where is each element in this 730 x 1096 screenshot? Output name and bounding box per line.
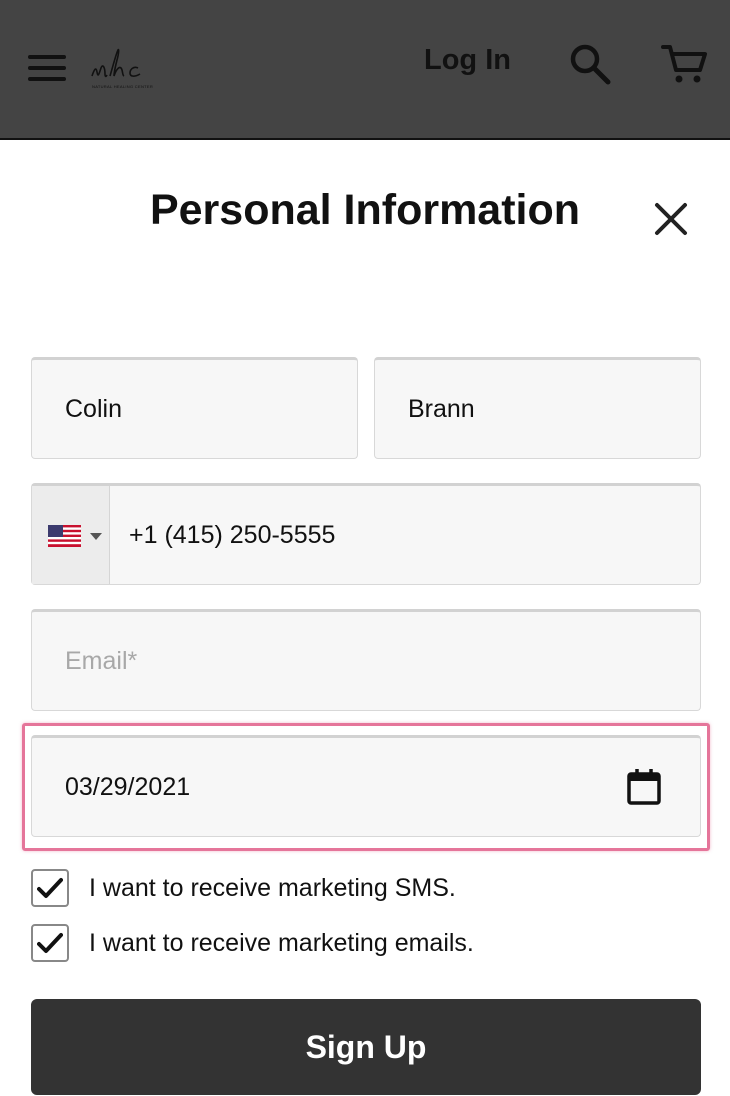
cart-icon[interactable] bbox=[660, 42, 708, 86]
checkmark-icon bbox=[37, 878, 63, 898]
logo-subtitle: NATURAL HEALING CENTER bbox=[92, 84, 154, 89]
email-field[interactable]: Email* bbox=[31, 609, 701, 711]
checkmark-icon bbox=[37, 933, 63, 953]
sign-up-button[interactable]: Sign Up bbox=[31, 999, 701, 1095]
page-title: Personal Information bbox=[149, 186, 581, 234]
sms-opt-in-label: I want to receive marketing SMS. bbox=[89, 873, 456, 902]
birth-date-field[interactable]: 03/29/2021 bbox=[31, 735, 701, 837]
login-link[interactable]: Log In bbox=[424, 44, 511, 77]
search-icon[interactable] bbox=[568, 42, 612, 86]
close-icon[interactable] bbox=[652, 200, 690, 238]
menu-icon[interactable] bbox=[28, 55, 66, 85]
chevron-down-icon bbox=[90, 533, 102, 540]
first-name-field[interactable]: Colin bbox=[31, 357, 358, 459]
email-opt-in-label: I want to receive marketing emails. bbox=[89, 928, 474, 957]
phone-input[interactable]: +1 (415) 250-5555 bbox=[129, 486, 335, 584]
phone-field[interactable]: +1 (415) 250-5555 bbox=[31, 483, 701, 585]
sms-checkbox[interactable] bbox=[31, 869, 69, 907]
us-flag-icon bbox=[48, 525, 81, 547]
calendar-icon[interactable] bbox=[626, 768, 662, 806]
last-name-field[interactable]: Brann bbox=[374, 357, 701, 459]
country-code-select[interactable] bbox=[32, 486, 110, 584]
site-header: NATURAL HEALING CENTER Log In bbox=[0, 0, 730, 140]
email-checkbox[interactable] bbox=[31, 924, 69, 962]
email-opt-in[interactable]: I want to receive marketing emails. bbox=[31, 924, 474, 962]
sms-opt-in[interactable]: I want to receive marketing SMS. bbox=[31, 869, 456, 907]
